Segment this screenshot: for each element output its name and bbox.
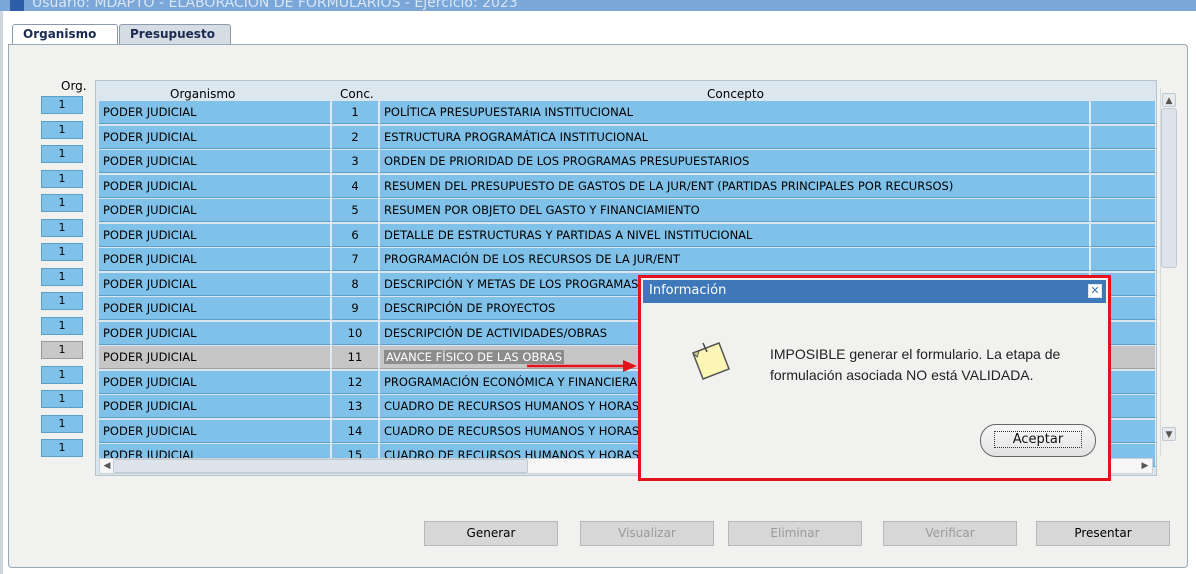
conc-cell[interactable]: 14 — [332, 420, 379, 443]
conc-cell[interactable]: 8 — [332, 273, 379, 296]
scroll-down-icon[interactable]: ▼ — [1162, 427, 1176, 441]
extra-cell[interactable] — [1091, 248, 1156, 271]
red-arrow-annotation — [527, 360, 637, 372]
dialog-title-text: Información — [649, 283, 727, 298]
tab-presupuesto[interactable]: Presupuesto — [119, 24, 231, 44]
conc-cell[interactable]: 9 — [332, 297, 379, 320]
organismo-cell[interactable]: PODER JUDICIAL — [99, 224, 331, 247]
info-dialog: Información ✕ IMPOSIBLE generar el formu… — [638, 275, 1111, 481]
horizontal-scroll-thumb[interactable] — [113, 459, 528, 473]
scroll-right-icon[interactable]: ▶ — [1138, 459, 1152, 473]
conc-cell[interactable]: 5 — [332, 199, 379, 222]
organismo-cell[interactable]: PODER JUDICIAL — [99, 273, 331, 296]
org-cell[interactable]: 1 — [41, 170, 83, 188]
extra-cell[interactable] — [1091, 101, 1156, 124]
app-icon — [10, 0, 24, 11]
organismo-cell[interactable]: PODER JUDICIAL — [99, 297, 331, 320]
conc-cell[interactable]: 4 — [332, 175, 379, 198]
vertical-scroll-thumb[interactable] — [1161, 108, 1177, 268]
org-cell[interactable]: 1 — [41, 366, 83, 384]
extra-cell[interactable] — [1091, 199, 1156, 222]
org-cell[interactable]: 1 — [41, 317, 83, 335]
organismo-cell[interactable]: PODER JUDICIAL — [99, 248, 331, 271]
window-title-bar: Usuario: MDAPTO - ELABORACIÓN DE FORMULA… — [0, 0, 1196, 11]
concepto-cell[interactable]: RESUMEN POR OBJETO DEL GASTO Y FINANCIAM… — [380, 199, 1090, 222]
conc-cell[interactable]: 3 — [332, 150, 379, 173]
column-header-concepto: Concepto — [707, 87, 764, 101]
org-cell[interactable]: 1 — [41, 145, 83, 163]
column-header-conc: Conc. — [340, 87, 374, 101]
conc-cell[interactable]: 2 — [332, 126, 379, 149]
extra-cell[interactable] — [1091, 150, 1156, 173]
presentar-button[interactable]: Presentar — [1036, 521, 1170, 546]
note-icon — [692, 342, 730, 380]
dialog-title: Información ✕ — [643, 280, 1106, 303]
org-column-header: Org. — [61, 79, 87, 93]
window-left-border — [0, 11, 3, 574]
org-cell[interactable]: 1 — [41, 121, 83, 139]
organismo-cell[interactable]: PODER JUDICIAL — [99, 420, 331, 443]
conc-cell[interactable]: 12 — [332, 371, 379, 394]
visualizar-button[interactable]: Visualizar — [580, 521, 714, 546]
organismo-cell[interactable]: PODER JUDICIAL — [99, 199, 331, 222]
org-cell[interactable]: 1 — [41, 243, 83, 261]
aceptar-label: Aceptar — [993, 431, 1083, 448]
org-cell[interactable]: 1 — [41, 268, 83, 286]
org-cell[interactable]: 1 — [41, 439, 83, 457]
organismo-cell[interactable]: PODER JUDICIAL — [99, 395, 331, 418]
dialog-body: IMPOSIBLE generar el formulario. La etap… — [643, 303, 1106, 475]
organismo-cell[interactable]: PODER JUDICIAL — [99, 101, 331, 124]
aceptar-button[interactable]: Aceptar — [980, 424, 1096, 457]
column-header-organismo: Organismo — [170, 87, 236, 101]
verificar-button[interactable]: Verificar — [883, 521, 1017, 546]
concepto-cell[interactable]: PROGRAMACIÓN DE LOS RECURSOS DE LA JUR/E… — [380, 248, 1090, 271]
organismo-cell[interactable]: PODER JUDICIAL — [99, 322, 331, 345]
concepto-cell[interactable]: ESTRUCTURA PROGRAMÁTICA INSTITUCIONAL — [380, 126, 1090, 149]
concepto-cell[interactable]: POLÍTICA PRESUPUESTARIA INSTITUCIONAL — [380, 101, 1090, 124]
conc-cell[interactable]: 11 — [332, 346, 379, 369]
organismo-cell[interactable]: PODER JUDICIAL — [99, 126, 331, 149]
org-cell[interactable]: 1 — [41, 341, 83, 359]
conc-cell[interactable]: 10 — [332, 322, 379, 345]
org-cell[interactable]: 1 — [41, 96, 83, 114]
window-title: Usuario: MDAPTO - ELABORACIÓN DE FORMULA… — [32, 0, 518, 11]
conc-cell[interactable]: 1 — [332, 101, 379, 124]
conc-cell[interactable]: 7 — [332, 248, 379, 271]
tab-organismo[interactable]: Organismo — [12, 24, 118, 45]
scroll-left-icon[interactable]: ◀ — [100, 459, 114, 473]
concepto-cell[interactable]: DETALLE DE ESTRUCTURAS Y PARTIDAS A NIVE… — [380, 224, 1090, 247]
extra-cell[interactable] — [1091, 126, 1156, 149]
organismo-cell[interactable]: PODER JUDICIAL — [99, 346, 331, 369]
dialog-message: IMPOSIBLE generar el formulario. La etap… — [770, 346, 1061, 383]
conc-cell[interactable]: 6 — [332, 224, 379, 247]
extra-cell[interactable] — [1091, 175, 1156, 198]
organismo-cell[interactable]: PODER JUDICIAL — [99, 175, 331, 198]
extra-cell[interactable] — [1091, 224, 1156, 247]
conc-cell[interactable]: 13 — [332, 395, 379, 418]
eliminar-button[interactable]: Eliminar — [728, 521, 862, 546]
org-cell[interactable]: 1 — [41, 219, 83, 237]
organismo-cell[interactable]: PODER JUDICIAL — [99, 371, 331, 394]
concepto-cell[interactable]: ORDEN DE PRIORIDAD DE LOS PROGRAMAS PRES… — [380, 150, 1090, 173]
org-cell[interactable]: 1 — [41, 292, 83, 310]
org-cell[interactable]: 1 — [41, 390, 83, 408]
generar-button[interactable]: Generar — [424, 521, 558, 546]
scroll-up-icon[interactable]: ▲ — [1162, 93, 1176, 107]
org-cell[interactable]: 1 — [41, 415, 83, 433]
concepto-cell[interactable]: RESUMEN DEL PRESUPUESTO DE GASTOS DE LA … — [380, 175, 1090, 198]
organismo-cell[interactable]: PODER JUDICIAL — [99, 150, 331, 173]
org-cell[interactable]: 1 — [41, 194, 83, 212]
close-icon[interactable]: ✕ — [1088, 284, 1102, 298]
